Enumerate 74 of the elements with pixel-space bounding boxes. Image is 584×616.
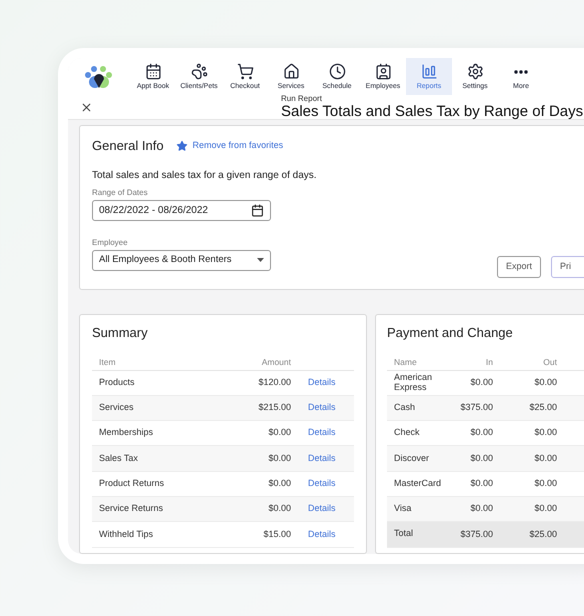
table-cell-text: $0.00	[469, 376, 493, 389]
details-link[interactable]: Details	[308, 452, 346, 466]
cart-icon	[236, 63, 254, 80]
bar-chart-icon	[420, 63, 438, 80]
table-cell-text: $0.00	[533, 426, 557, 440]
clock-icon	[328, 63, 346, 80]
calendar-icon	[251, 204, 264, 216]
table-cell-text: Service Returns	[98, 502, 164, 516]
table-cell-text: $375.00	[459, 401, 493, 414]
more-icon	[514, 70, 528, 74]
table-cell-text: Check	[393, 428, 421, 438]
table-cell-text: Withheld Tips	[98, 528, 154, 541]
id-badge-icon	[374, 63, 392, 80]
table-cell-text: Services	[98, 401, 135, 414]
table-cell-text: Product Returns	[98, 477, 166, 490]
table-cell-text: American Express	[393, 372, 434, 393]
table-cell-text: $120.00	[257, 376, 291, 389]
favorites-link[interactable]: Remove from favorites	[176, 139, 284, 152]
report-title: Sales Totals and Sales Tax by Range of Days	[281, 104, 584, 119]
column-header: In	[484, 356, 493, 369]
settings-icon	[466, 63, 484, 80]
column-header: Out	[542, 356, 557, 369]
report-action-button[interactable]: Export	[497, 256, 542, 278]
star-icon	[176, 140, 188, 152]
table-cell-text: Memberships	[98, 426, 154, 440]
table-cell-text: Visa	[393, 504, 412, 514]
table-cell-text: $0.00	[469, 502, 493, 516]
details-link[interactable]: Details	[308, 477, 346, 491]
paw-icon	[190, 63, 208, 80]
close-icon[interactable]	[80, 100, 93, 114]
table-cell-text: $215.00	[257, 401, 291, 414]
table-cell-text: $0.00	[469, 452, 493, 465]
details-link[interactable]: Details	[308, 401, 346, 415]
house-icon	[282, 63, 300, 80]
table-cell-text: $0.00	[267, 502, 291, 516]
table-cell-text: $375.00	[459, 528, 493, 541]
card-title: General Info	[92, 137, 164, 155]
column-header: Amount	[260, 356, 291, 369]
table-cell-text: $0.00	[533, 376, 557, 389]
table-cell-text: $15.00	[262, 528, 291, 541]
report-description: Total sales and sales tax for a given range of days.	[92, 168, 318, 182]
table-cell-text: $0.00	[533, 502, 557, 516]
employee-select[interactable]: All Employees & Booth Renters	[92, 250, 271, 270]
table-cell-text: Discover	[393, 454, 430, 464]
table-cell-text: Products	[98, 376, 136, 389]
table-cell-text: Cash	[393, 403, 416, 413]
table-cell-text: Total	[393, 529, 414, 540]
table-cell-text: $0.00	[267, 477, 291, 490]
calendar-icon	[144, 63, 162, 80]
table-cell-text: MasterCard	[393, 478, 442, 489]
table-cell-text: $0.00	[267, 452, 291, 465]
table-cell-text: $0.00	[533, 452, 557, 465]
report-action-button[interactable]: Pri	[551, 256, 584, 278]
table-cell-text: $0.00	[469, 477, 493, 490]
report-subtitle: Run Report	[281, 95, 323, 103]
details-link[interactable]: Details	[308, 426, 346, 440]
date-range-field[interactable]: 08/22/2022 - 08/26/2022	[92, 200, 271, 220]
table-cell-text: $0.00	[267, 426, 291, 440]
card-title: Payment and Change	[387, 324, 513, 342]
field-label: Employee	[92, 236, 128, 248]
card-title: Summary	[92, 324, 148, 342]
details-link[interactable]: Details	[308, 528, 346, 542]
table-cell-text: $0.00	[469, 426, 493, 440]
column-header: Name	[393, 356, 418, 369]
table-cell-text: $25.00	[528, 401, 557, 414]
table-cell-text: $0.00	[533, 477, 557, 490]
column-header: Item	[98, 356, 117, 369]
table-cell-text: Sales Tax	[98, 452, 139, 465]
details-link[interactable]: Details	[308, 376, 346, 390]
field-label: Range of Dates	[92, 186, 148, 198]
table-cell-text: $25.00	[528, 528, 557, 541]
paw-logo-icon	[84, 64, 114, 90]
dropdown-caret-icon	[257, 258, 264, 262]
details-link[interactable]: Details	[308, 502, 346, 516]
